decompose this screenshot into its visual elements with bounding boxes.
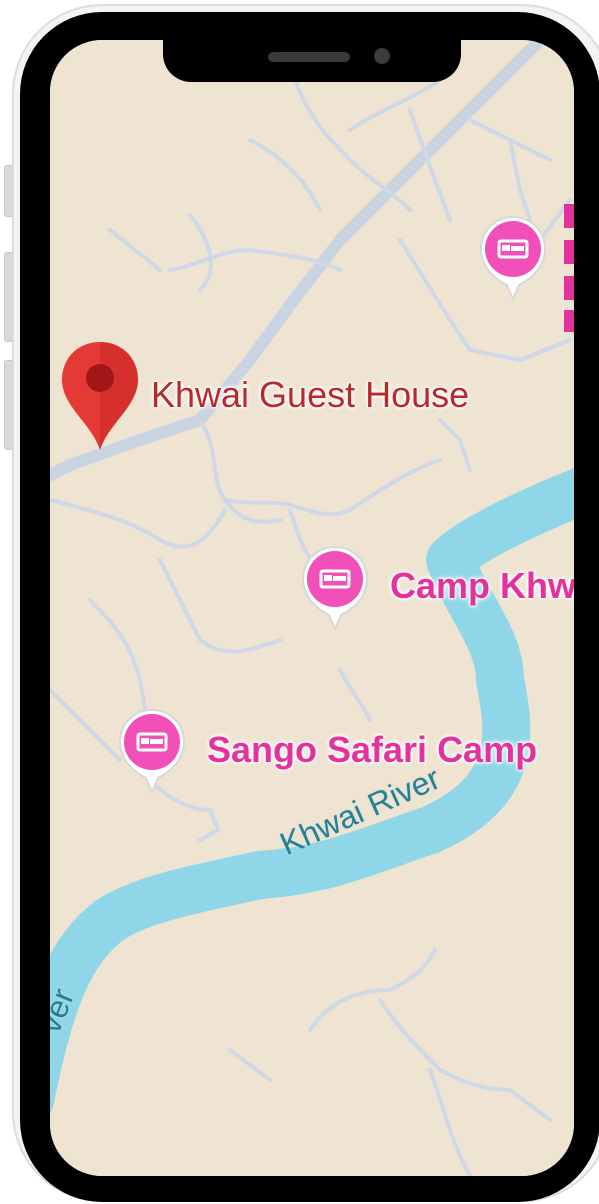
place-label-camp[interactable]: Camp Khw [390,566,574,606]
phone-mockup: Khwai Guest House Camp Khw Sango Safari … [0,0,599,1204]
red-location-pin-icon[interactable] [58,338,142,454]
bed-icon[interactable] [116,708,188,794]
place-label-guest-house[interactable]: Khwai Guest House [151,375,469,415]
bed-icon[interactable] [299,545,371,631]
bed-icon[interactable] [477,215,549,301]
front-camera [374,48,390,64]
map-screen[interactable]: Khwai Guest House Camp Khw Sango Safari … [50,40,574,1176]
speaker [268,52,350,62]
place-label-sango-safari-camp[interactable]: Sango Safari Camp [207,730,537,770]
